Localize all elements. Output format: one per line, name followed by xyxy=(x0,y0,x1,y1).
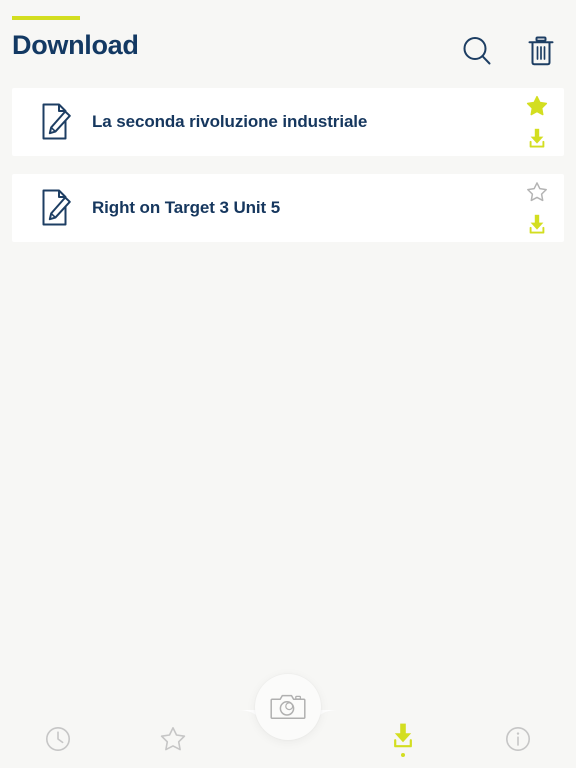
list-item-title: La seconda rivoluzione industriale xyxy=(92,112,368,131)
download-icon xyxy=(389,721,417,749)
star-icon xyxy=(159,725,187,753)
document-edit-icon xyxy=(34,187,74,229)
list-item-title: Right on Target 3 Unit 5 xyxy=(92,198,281,217)
list-item[interactable]: La seconda rivoluzione industriale xyxy=(12,88,564,156)
star-outline-icon[interactable] xyxy=(526,181,548,203)
download-icon[interactable] xyxy=(526,127,548,149)
page-title: Download xyxy=(12,30,139,60)
camera-icon xyxy=(270,692,306,722)
title-accent-bar xyxy=(12,16,80,20)
header-title-group: Download xyxy=(12,16,139,60)
bottom-navigation xyxy=(0,674,576,768)
nav-item-favorites[interactable] xyxy=(115,710,230,768)
list-item-actions xyxy=(526,174,548,242)
app-screen: Download La seconda rivoluzione industri… xyxy=(0,0,576,768)
trash-icon[interactable] xyxy=(524,34,558,68)
star-filled-icon[interactable] xyxy=(526,95,548,117)
list-item[interactable]: Right on Target 3 Unit 5 xyxy=(12,174,564,242)
camera-button[interactable] xyxy=(255,674,321,740)
nav-item-info[interactable] xyxy=(461,710,576,768)
download-icon[interactable] xyxy=(526,213,548,235)
nav-item-download[interactable] xyxy=(346,710,461,768)
clock-icon xyxy=(44,725,72,753)
nav-item-history[interactable] xyxy=(0,710,115,768)
document-edit-icon xyxy=(34,101,74,143)
info-icon xyxy=(504,725,532,753)
list-item-actions xyxy=(526,88,548,156)
header: Download xyxy=(0,0,576,88)
download-list: La seconda rivoluzione industriale Right… xyxy=(0,88,576,260)
header-actions xyxy=(460,34,558,68)
active-tab-indicator xyxy=(401,753,406,757)
search-icon[interactable] xyxy=(460,34,494,68)
